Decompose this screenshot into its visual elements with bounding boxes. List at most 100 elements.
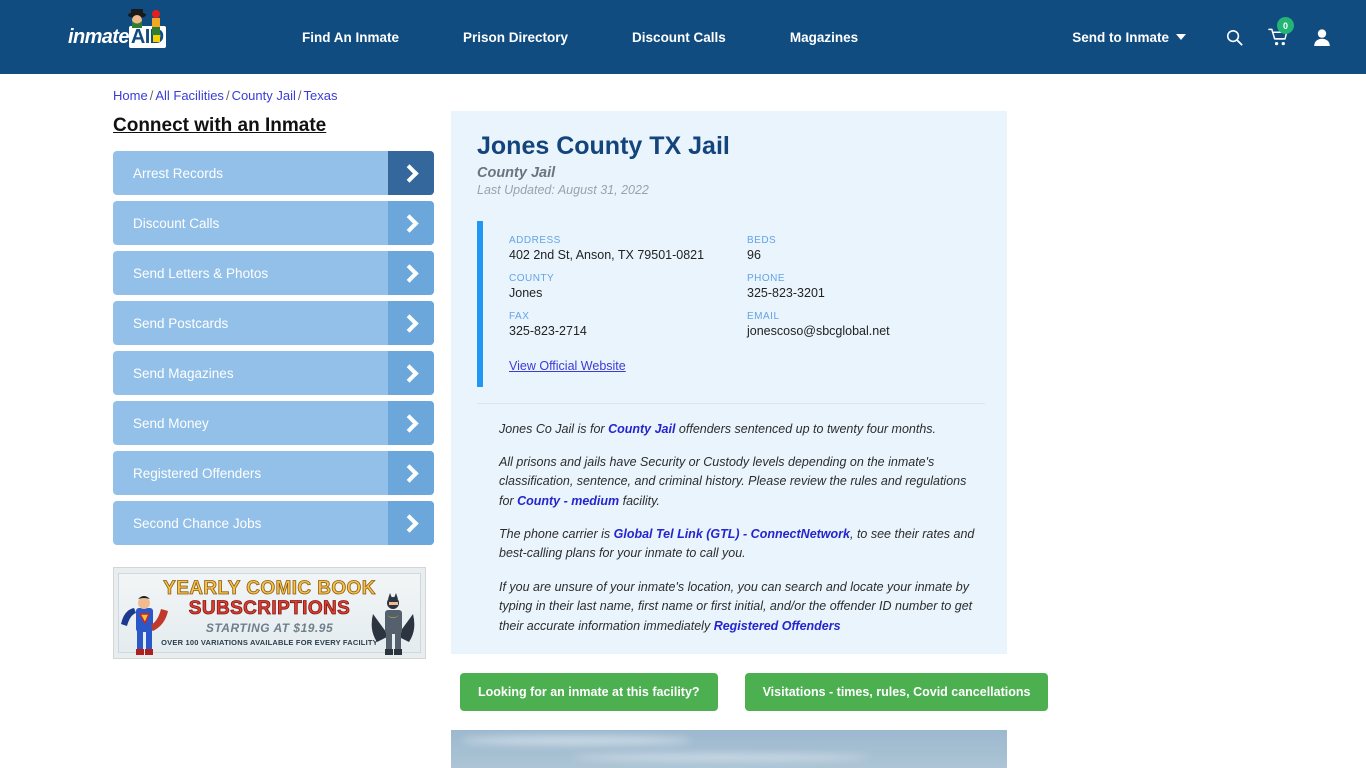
nav-right-cluster: Send to Inmate 0 bbox=[1046, 17, 1344, 57]
ad-headline-line1: YEARLY COMIC BOOK bbox=[163, 577, 376, 599]
nav-link-prison-directory[interactable]: Prison Directory bbox=[431, 30, 600, 45]
info-label: PHONE bbox=[747, 272, 786, 284]
desc-p1-text-a: Jones Co Jail is for bbox=[499, 421, 609, 436]
nav-link-discount-calls[interactable]: Discount Calls bbox=[600, 30, 758, 45]
sidebar-item-send-magazines[interactable]: Send Magazines bbox=[113, 351, 434, 395]
info-field-beds: BEDS 96 bbox=[747, 235, 985, 262]
facility-title: Jones County TX Jail bbox=[477, 132, 730, 160]
desc-p3-text-a: The phone carrier is bbox=[499, 527, 614, 541]
chevron-down-icon bbox=[1176, 34, 1186, 40]
info-label: FAX bbox=[509, 310, 530, 322]
nav-link-find-an-inmate[interactable]: Find An Inmate bbox=[270, 30, 431, 45]
site-logo[interactable]: inmate AID bbox=[68, 9, 188, 56]
sidebar: Connect with an Inmate Arrest Records Di… bbox=[113, 111, 434, 768]
breadcrumb: Home / All Facilities / County Jail / Texas bbox=[0, 74, 1366, 103]
content-layout: Connect with an Inmate Arrest Records Di… bbox=[0, 103, 1366, 768]
description-paragraph-1: Jones Co Jail is for County Jail offende… bbox=[499, 420, 981, 439]
breadcrumb-separator: / bbox=[297, 88, 302, 103]
facility-subtitle: County Jail bbox=[477, 164, 556, 181]
breadcrumb-item-all-facilities[interactable]: All Facilities bbox=[155, 88, 224, 103]
chevron-right-icon bbox=[388, 251, 434, 295]
sidebar-item-label: Registered Offenders bbox=[133, 465, 262, 481]
breadcrumb-item-home[interactable]: Home bbox=[113, 88, 148, 103]
description-paragraph-3: The phone carrier is Global Tel Link (GT… bbox=[499, 525, 981, 564]
account-button[interactable] bbox=[1300, 17, 1344, 57]
comic-book-subscription-ad[interactable]: YEARLY COMIC BOOK SUBSCRIPTIONS STARTING… bbox=[113, 567, 426, 659]
ad-headline-line2: SUBSCRIPTIONS bbox=[188, 597, 351, 619]
info-value: 325-823-2714 bbox=[509, 323, 587, 338]
sidebar-item-label: Arrest Records bbox=[133, 165, 224, 181]
sidebar-item-arrest-records[interactable]: Arrest Records bbox=[113, 151, 434, 195]
nav-link-magazines[interactable]: Magazines bbox=[758, 30, 890, 45]
chevron-right-icon bbox=[388, 201, 434, 245]
info-label: EMAIL bbox=[747, 310, 780, 322]
sidebar-item-label: Send Letters & Photos bbox=[133, 265, 269, 281]
sidebar-item-registered-offenders[interactable]: Registered Offenders bbox=[113, 451, 434, 495]
desc-p2-text-b: facility. bbox=[619, 493, 660, 508]
info-value: jonescoso@sbcglobal.net bbox=[747, 323, 890, 338]
search-button[interactable] bbox=[1212, 17, 1256, 57]
breadcrumb-item-county-jail[interactable]: County Jail bbox=[232, 88, 296, 103]
breadcrumb-separator: / bbox=[225, 88, 230, 103]
desc-link-gtl-connectnetwork[interactable]: Global Tel Link (GTL) - ConnectNetwork bbox=[614, 527, 850, 541]
looking-for-inmate-button[interactable]: Looking for an inmate at this facility? bbox=[460, 672, 718, 711]
info-field-phone: PHONE 325-823-3201 bbox=[747, 273, 985, 300]
description-paragraph-4: If you are unsure of your inmate's locat… bbox=[499, 578, 981, 636]
info-value: Jones bbox=[509, 285, 543, 300]
sidebar-item-label: Discount Calls bbox=[133, 215, 220, 231]
cta-button-row: Looking for an inmate at this facility? … bbox=[451, 654, 1049, 711]
ad-price-line: STARTING AT $19.95 bbox=[205, 621, 334, 636]
info-field-email: EMAIL jonescoso@sbcglobal.net bbox=[747, 311, 985, 338]
chevron-right-icon bbox=[388, 351, 434, 395]
info-value: 402 2nd St, Anson, TX 79501-0821 bbox=[509, 247, 705, 262]
info-field-fax: FAX 325-823-2714 bbox=[509, 311, 747, 338]
info-label: ADDRESS bbox=[509, 234, 561, 246]
sidebar-title: Connect with an Inmate bbox=[113, 115, 327, 136]
breadcrumb-item-texas[interactable]: Texas bbox=[304, 88, 338, 103]
chevron-right-icon bbox=[388, 151, 434, 195]
sidebar-item-label: Second Chance Jobs bbox=[133, 515, 262, 531]
chevron-right-icon bbox=[388, 501, 434, 545]
sidebar-item-second-chance-jobs[interactable]: Second Chance Jobs bbox=[113, 501, 434, 545]
info-value: 96 bbox=[747, 247, 761, 262]
facility-last-updated: Last Updated: August 31, 2022 bbox=[477, 182, 649, 197]
search-icon bbox=[1226, 29, 1243, 46]
sidebar-item-label: Send Postcards bbox=[133, 315, 229, 331]
superman-figure-icon bbox=[121, 596, 168, 655]
nav-dropdown-label: Send to Inmate bbox=[1072, 29, 1169, 45]
view-official-website-link[interactable]: View Official Website bbox=[509, 359, 747, 373]
info-field-county: COUNTY Jones bbox=[509, 273, 747, 300]
chevron-right-icon bbox=[388, 451, 434, 495]
mascot-character-icon bbox=[128, 9, 160, 42]
facility-card: Jones County TX Jail County Jail Last Up… bbox=[451, 111, 1007, 654]
facility-description: Jones Co Jail is for County Jail offende… bbox=[477, 402, 985, 654]
info-value: 325-823-3201 bbox=[747, 285, 825, 300]
sidebar-item-discount-calls[interactable]: Discount Calls bbox=[113, 201, 434, 245]
ad-subtext-line: OVER 100 VARIATIONS AVAILABLE FOR EVERY … bbox=[161, 638, 378, 648]
desc-link-registered-offenders[interactable]: Registered Offenders bbox=[714, 619, 841, 633]
sidebar-item-send-postcards[interactable]: Send Postcards bbox=[113, 301, 434, 345]
cart-button[interactable]: 0 bbox=[1256, 17, 1300, 57]
desc-link-county-jail[interactable]: County Jail bbox=[608, 422, 675, 436]
facility-info-panel: ADDRESS 402 2nd St, Anson, TX 79501-0821… bbox=[477, 220, 985, 387]
sidebar-item-label: Send Magazines bbox=[133, 365, 234, 381]
facility-photo: ▾▴ bbox=[451, 729, 1007, 768]
chevron-right-icon bbox=[388, 401, 434, 445]
primary-nav-links: Find An Inmate Prison Directory Discount… bbox=[270, 30, 890, 45]
batman-figure-icon bbox=[371, 593, 415, 655]
user-account-icon bbox=[1314, 28, 1330, 46]
desc-p1-text-b: offenders sentenced up to twenty four mo… bbox=[675, 421, 937, 436]
main-content: Jones County TX Jail County Jail Last Up… bbox=[451, 111, 1049, 768]
info-label: COUNTY bbox=[509, 272, 555, 284]
sidebar-item-send-letters-photos[interactable]: Send Letters & Photos bbox=[113, 251, 434, 295]
sidebar-item-label: Send Money bbox=[133, 415, 209, 431]
visitations-info-button[interactable]: Visitations - times, rules, Covid cancel… bbox=[744, 672, 1049, 711]
description-paragraph-2: All prisons and jails have Security or C… bbox=[499, 453, 981, 511]
desc-link-county-medium[interactable]: County - medium bbox=[517, 494, 619, 508]
page-body: Home / All Facilities / County Jail / Texas Co… bbox=[0, 74, 1366, 768]
sidebar-item-send-money[interactable]: Send Money bbox=[113, 401, 434, 445]
chevron-right-icon bbox=[388, 301, 434, 345]
info-label: BEDS bbox=[747, 234, 777, 246]
top-navigation-bar: inmate AID Find An Inmate Prison Director… bbox=[0, 0, 1366, 74]
nav-dropdown-send-to-inmate[interactable]: Send to Inmate bbox=[1046, 30, 1212, 45]
